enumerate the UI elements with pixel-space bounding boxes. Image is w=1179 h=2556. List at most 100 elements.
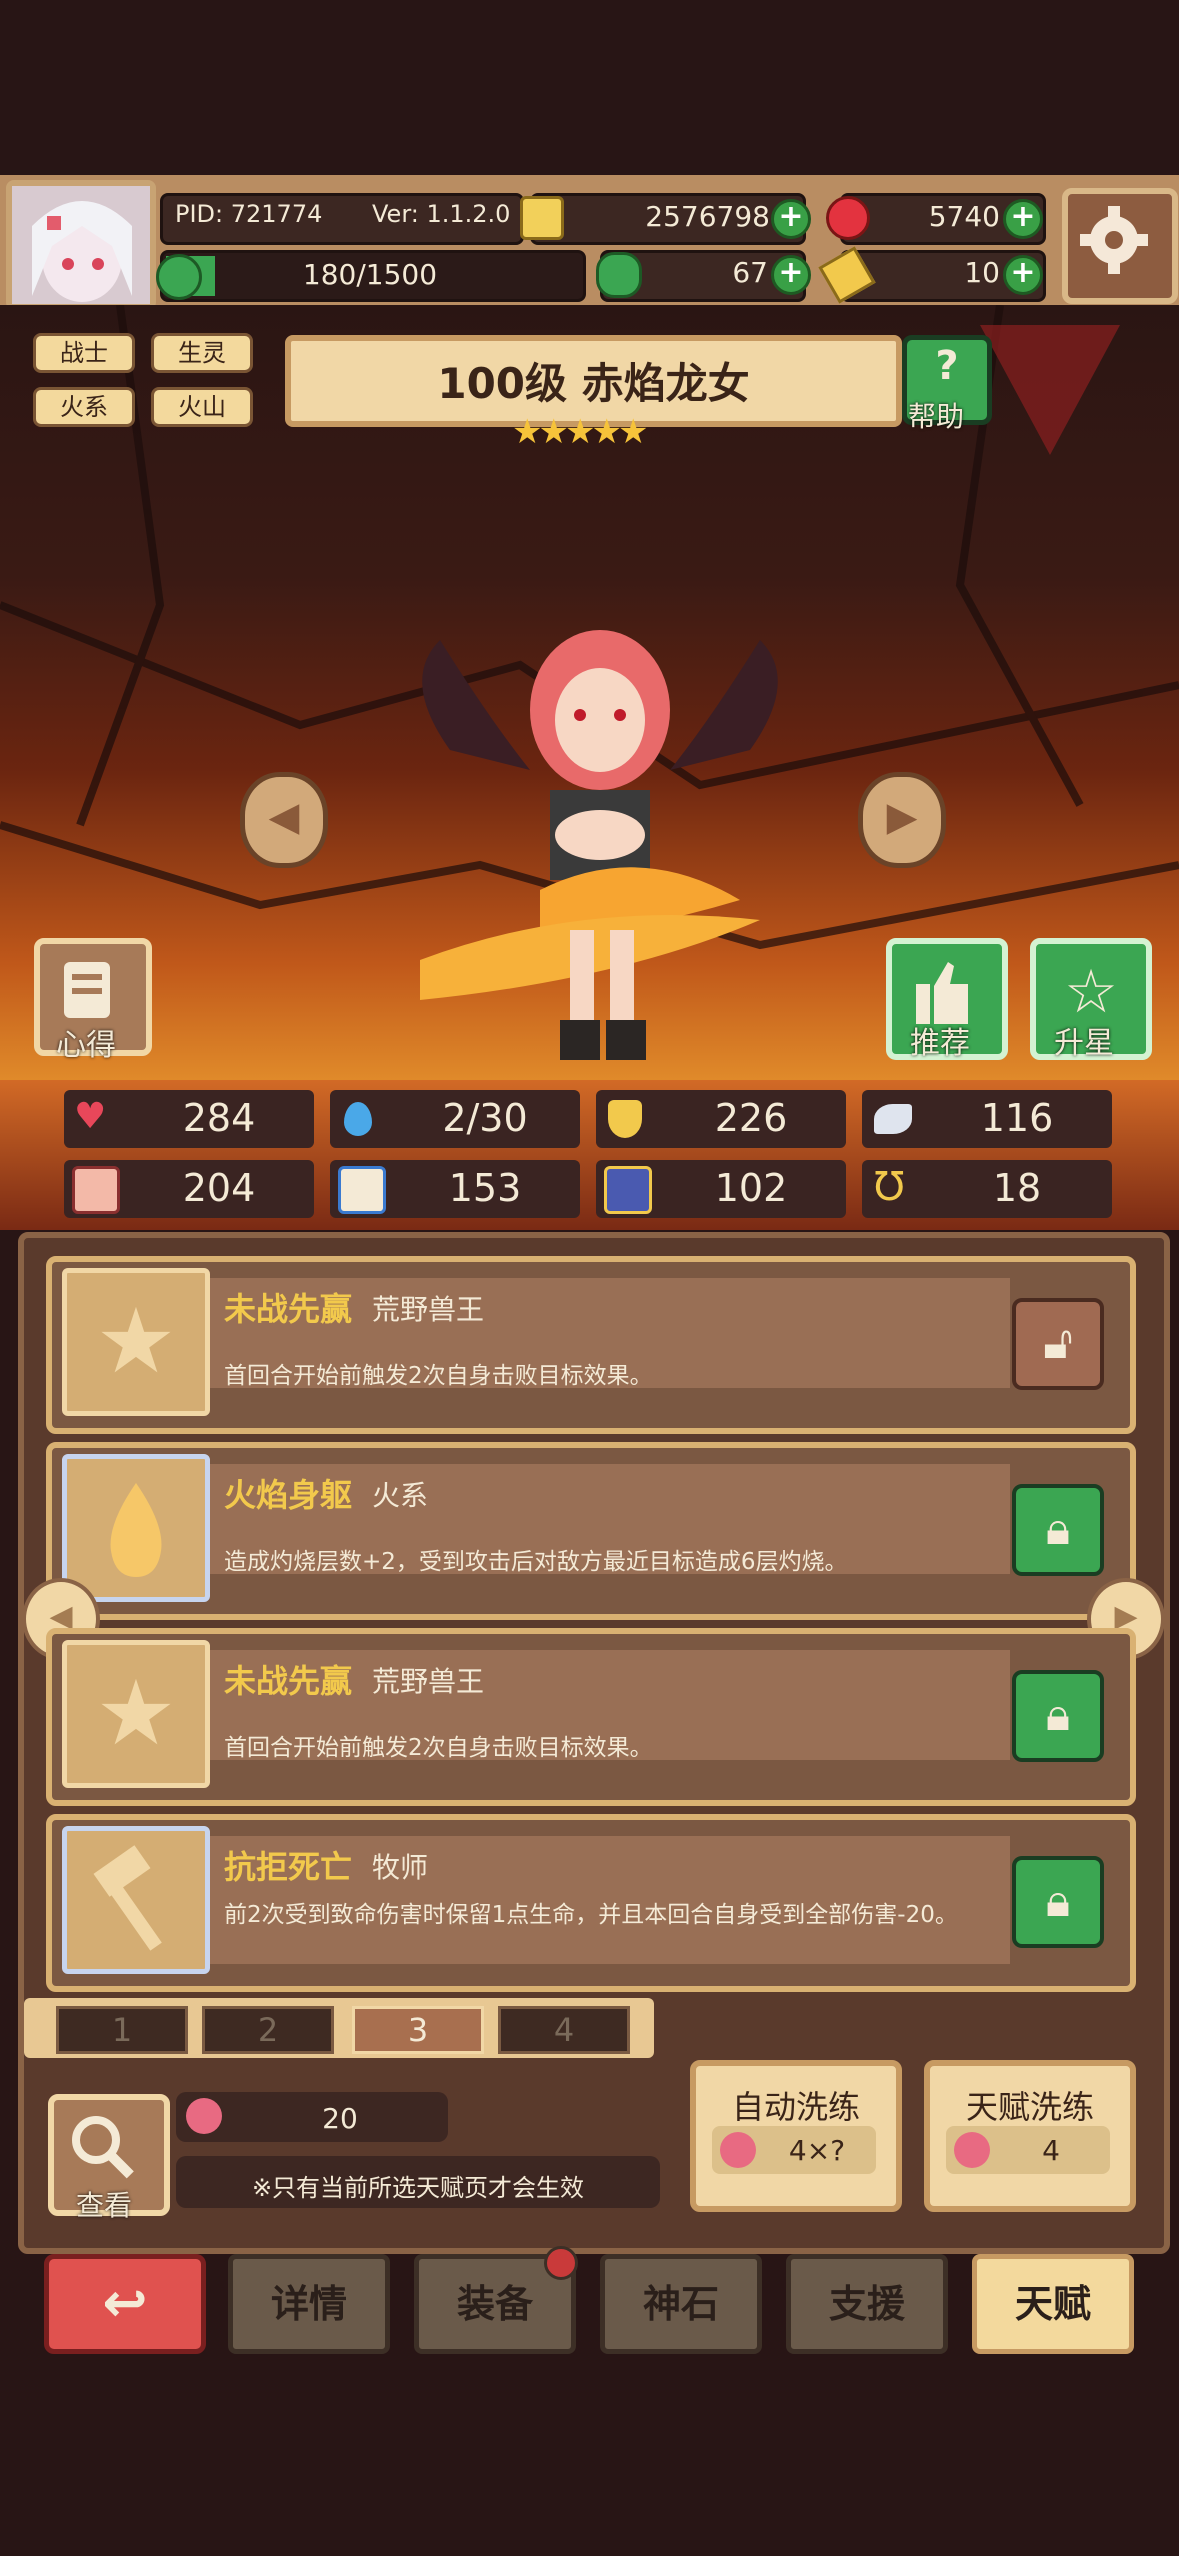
clover-icon [596,252,642,298]
padlock-icon: 🔒︎ [1045,1501,1071,1555]
tab-details[interactable]: 详情 [228,2254,390,2354]
heart-icon: ♥ [74,1096,107,1137]
boots-icon [604,1166,652,1214]
notification-dot [544,2246,578,2280]
gem-value: 5740 [928,200,1000,233]
back-arrow-icon: ↩ [102,2271,148,2334]
talent-type: 荒野兽王 [372,1293,485,1326]
tab-page-4[interactable]: 4 [498,2006,630,2054]
question-icon: ? [935,343,959,389]
talent-name: 抗拒死亡 [224,1848,353,1886]
stat-hp: ♥ 284 [64,1090,314,1148]
lock-button[interactable]: 🔒︎ [1012,1856,1104,1948]
star-up-label: 升星 [1054,1026,1114,1061]
star-icon: ★ [95,1289,177,1394]
avatar-portrait-icon [12,186,150,304]
next-hero-button[interactable]: ▶ [858,772,946,868]
padlock-icon: 🔒︎ [1045,1687,1071,1741]
talent-desc: 前2次受到致命伤害时保留1点生命，并且本回合自身受到全部伤害-20。 [224,1902,958,1928]
tab-page-1[interactable]: 1 [56,2006,188,2054]
note-text: ※只有当前所选天赋页才会生效 [251,2174,585,2202]
red-flame-dragon-girl-sprite [420,630,778,1060]
recommend-label: 推荐 [910,1026,970,1061]
talent-type: 荒野兽王 [372,1665,485,1698]
talent-desc: 造成灼烧层数+2，受到攻击后对敌方最近目标造成6层灼烧。 [224,1549,848,1575]
add-clover-button[interactable]: + [771,255,811,295]
settings-button[interactable] [1062,188,1178,304]
stat-defense: 226 [596,1090,846,1148]
hero-title: 100级 赤焰龙女 [437,359,750,408]
back-button[interactable]: ↩ [44,2254,206,2354]
tag-volcano: 火山 [151,387,253,427]
notes-label: 心得 [56,1028,116,1063]
tab-talent[interactable]: 天赋 [972,2254,1134,2354]
clover-value: 67 [732,256,768,289]
tag-fire: 火系 [33,387,135,427]
stat-evasion: 116 [862,1090,1112,1148]
energy-value: 180/1500 [302,258,438,291]
stat-attack: 204 [64,1160,314,1218]
star-icon: ★ [512,412,543,452]
fist-icon [72,1166,120,1214]
peach-icon [954,2132,990,2168]
stat-luck: Ʊ 18 [862,1160,1112,1218]
star-icon: ★ [95,1661,177,1766]
tab-page-2[interactable]: 2 [202,2006,334,2054]
auto-reset-cost: 4×? [788,2134,846,2167]
version-text: Ver: 1.1.2.0 [372,200,511,228]
stat-speed: 102 [596,1160,846,1218]
star-rating: ★★★★★ [512,412,672,452]
talent-reset-label: 天赋洗练 [965,2088,1094,2126]
lock-button[interactable]: 🔒︎ [1012,1484,1104,1576]
auto-reset-label: 自动洗练 [731,2088,860,2126]
chevron-right-icon: ▶ [886,794,918,840]
feather-icon [874,1104,912,1134]
gear-icon [1080,206,1148,274]
talent-name: 未战先赢 [224,1290,353,1328]
talent-type: 牧师 [372,1851,429,1884]
talent-desc: 首回合开始前触发2次自身击败目标效果。 [224,1735,653,1761]
star-icon: ★ [538,412,569,452]
hammer-icon [93,1845,162,1951]
talent-icon-frame: ★ [62,1640,210,1788]
talent-name: 未战先赢 [224,1662,353,1700]
tab-god-stone[interactable]: 神石 [600,2254,762,2354]
stat-mana: 2/30 [330,1090,580,1148]
water-drop-icon [344,1102,372,1136]
padlock-icon: 🔒︎ [1045,1873,1071,1927]
avatar[interactable] [6,180,156,310]
pid-text: PID: 721774 [175,200,323,228]
prev-hero-button[interactable]: ◀ [240,772,328,868]
help-label: 帮助 [908,400,965,433]
book-icon [338,1166,386,1214]
add-gem-button[interactable]: + [1003,199,1043,239]
peach-icon [720,2132,756,2168]
shield-icon [608,1100,642,1138]
add-gold-button[interactable]: + [771,199,811,239]
add-ticket-button[interactable]: + [1003,255,1043,295]
star-icon: ★ [617,412,649,452]
fruit-count: 20 [322,2102,358,2135]
chevron-left-icon: ◀ [268,794,300,840]
unlock-button[interactable]: 🔓︎ [1012,1298,1104,1390]
gold-value: 2576798 [645,200,770,233]
talent-icon-frame: ★ [62,1268,210,1416]
tab-page-3[interactable]: 3 [352,2006,484,2054]
gold-coin-icon [520,196,564,240]
ruby-icon [826,196,870,240]
view-label: 查看 [76,2189,133,2222]
ticket-value: 10 [964,256,1000,289]
horseshoe-icon: Ʊ [874,1164,905,1210]
talent-reset-cost: 4 [1042,2134,1060,2167]
talent-name: 火焰身躯 [224,1476,353,1514]
peach-icon [186,2098,222,2134]
unlocked-padlock-icon: 🔓︎ [1043,1315,1073,1369]
talent-icon-frame [62,1826,210,1974]
talent-desc: 首回合开始前触发2次自身击败目标效果。 [224,1363,653,1389]
lock-button[interactable]: 🔒︎ [1012,1670,1104,1762]
tab-support[interactable]: 支援 [786,2254,948,2354]
tag-warrior: 战士 [33,333,135,373]
flame-icon [110,1483,162,1577]
tag-living: 生灵 [151,333,253,373]
talent-type: 火系 [372,1479,429,1512]
